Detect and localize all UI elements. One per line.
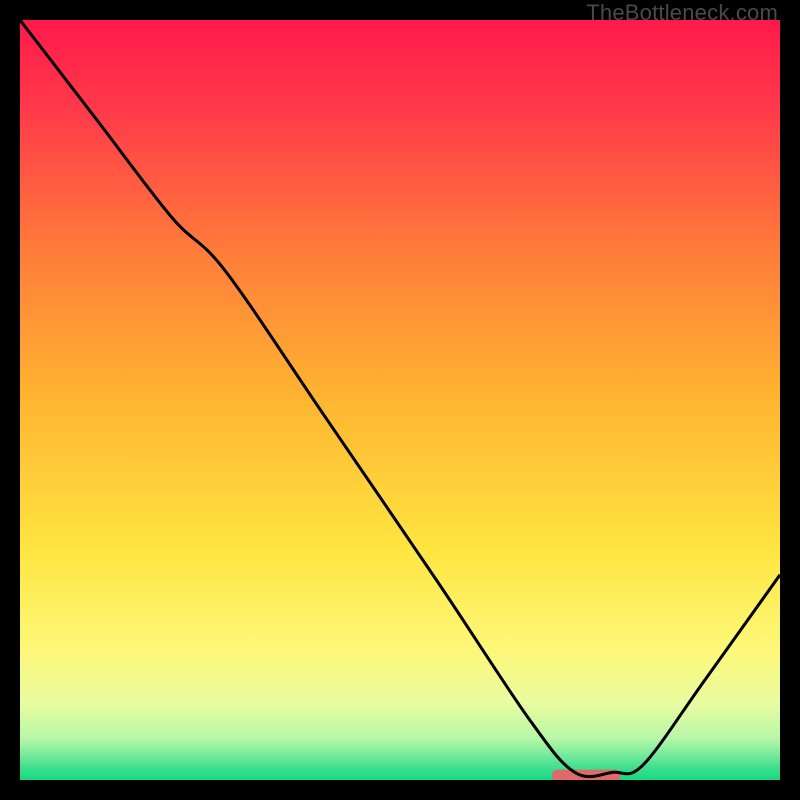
gradient-background: [20, 20, 780, 780]
chart-svg: [20, 20, 780, 780]
watermark-label: TheBottleneck.com: [586, 0, 778, 26]
highlight-segment: [552, 770, 620, 780]
chart-frame: TheBottleneck.com: [0, 0, 800, 800]
chart-plot-area: [20, 20, 780, 780]
